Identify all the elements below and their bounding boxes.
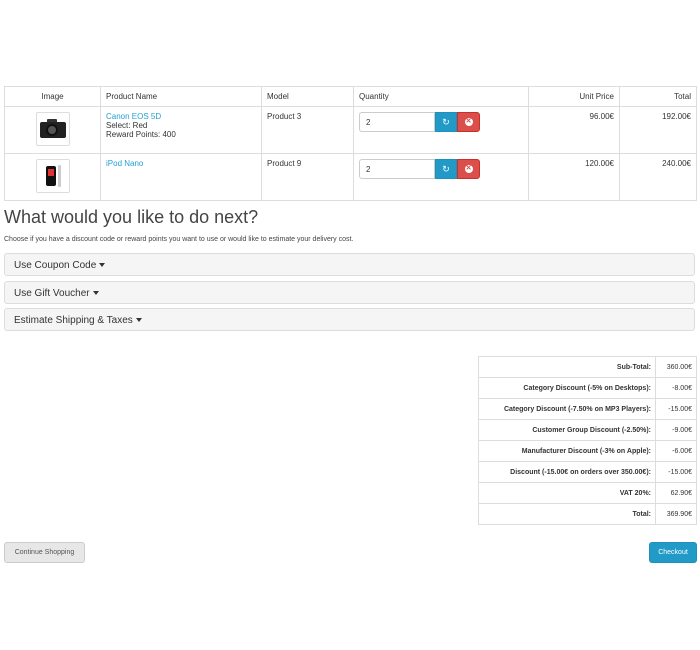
totals-row: Category Discount (-5% on Desktops): -8.0…	[478, 377, 697, 399]
unit-price: 120.00€	[528, 153, 620, 201]
header-model: Model	[261, 86, 354, 107]
quantity-input[interactable]	[359, 159, 435, 179]
unit-price: 96.00€	[528, 106, 620, 154]
remove-icon: ✕	[464, 118, 473, 126]
product-link[interactable]: iPod Nano	[106, 159, 143, 168]
cart-header-row: Image Product Name Model Quantity Unit P…	[4, 86, 697, 107]
header-product-name: Product Name	[100, 86, 262, 107]
product-image-cell	[4, 153, 101, 201]
totals-label: Discount (-15.00€ on orders over 350.00€…	[478, 461, 656, 483]
totals-value: -9.00€	[655, 419, 697, 441]
totals-label: Manufacturer Discount (-3% on Apple):	[478, 440, 656, 462]
totals-label: Sub-Total:	[478, 356, 656, 378]
product-model: Product 3	[261, 106, 354, 154]
panel-label: Estimate Shipping & Taxes	[14, 315, 133, 326]
product-name-cell: Canon EOS 5D Select: Red Reward Points: …	[100, 106, 262, 154]
quantity-cell: ↻ ✕	[353, 106, 529, 154]
totals-value: 62.90€	[655, 482, 697, 504]
refresh-icon: ↻	[442, 163, 450, 174]
product-reward: Reward Points: 400	[106, 130, 176, 139]
update-button[interactable]: ↻	[435, 159, 457, 179]
row-total: 192.00€	[619, 106, 697, 154]
product-option: Select: Red	[106, 121, 148, 130]
next-title: What would you like to do next?	[4, 207, 259, 227]
product-image-cell	[4, 106, 101, 154]
totals-value: 360.00€	[655, 356, 697, 378]
caret-down-icon	[135, 318, 142, 323]
quantity-group: ↻ ✕	[359, 112, 523, 132]
panel-label: Use Gift Voucher	[14, 288, 90, 299]
totals-row: Total: 369.90€	[478, 503, 697, 525]
totals-row: Discount (-15.00€ on orders over 350.00€…	[478, 461, 697, 483]
caret-down-icon	[99, 263, 106, 268]
update-button[interactable]: ↻	[435, 112, 457, 132]
product-name-cell: iPod Nano	[100, 153, 262, 201]
table-row: Canon EOS 5D Select: Red Reward Points: …	[4, 106, 697, 154]
checkout-button[interactable]: Checkout	[649, 542, 697, 563]
camera-icon[interactable]	[35, 112, 70, 146]
totals-value: -8.00€	[655, 377, 697, 399]
header-quantity: Quantity	[353, 86, 529, 107]
remove-button[interactable]: ✕	[457, 159, 480, 179]
cart-table: Image Product Name Model Quantity Unit P…	[4, 86, 697, 201]
caret-down-icon	[92, 291, 99, 296]
quantity-cell: ↻ ✕	[353, 153, 529, 201]
totals-row: Sub-Total: 360.00€	[478, 356, 697, 378]
table-row: iPod Nano Product 9 ↻ ✕ 120.00€ 240.00€	[4, 153, 697, 201]
totals-row: VAT 20%: 62.90€	[478, 482, 697, 504]
remove-button[interactable]: ✕	[457, 112, 480, 132]
totals-value: -6.00€	[655, 440, 697, 462]
shipping-panel-toggle[interactable]: Estimate Shipping & Taxes	[4, 308, 695, 331]
next-subtitle: Choose if you have a discount code or re…	[4, 236, 354, 243]
product-model: Product 9	[261, 153, 354, 201]
totals-value: -15.00€	[655, 398, 697, 420]
totals-value: -15.00€	[655, 461, 697, 483]
ipod-icon[interactable]	[35, 159, 70, 193]
totals-label: VAT 20%:	[478, 482, 656, 504]
totals-label: Customer Group Discount (-2.50%):	[478, 419, 656, 441]
remove-icon: ✕	[464, 165, 473, 173]
totals-label: Category Discount (-5% on Desktops):	[478, 377, 656, 399]
header-image: Image	[4, 86, 101, 107]
totals-row: Customer Group Discount (-2.50%): -9.00€	[478, 419, 697, 441]
quantity-group: ↻ ✕	[359, 159, 523, 179]
product-link[interactable]: Canon EOS 5D	[106, 112, 161, 121]
totals-value: 369.90€	[655, 503, 697, 525]
header-unit-price: Unit Price	[528, 86, 620, 107]
header-total: Total	[619, 86, 697, 107]
voucher-panel-toggle[interactable]: Use Gift Voucher	[4, 281, 695, 304]
row-total: 240.00€	[619, 153, 697, 201]
refresh-icon: ↻	[442, 116, 450, 127]
continue-shopping-button[interactable]: Continue Shopping	[4, 542, 85, 563]
totals-table: Sub-Total: 360.00€ Category Discount (-5%…	[478, 356, 697, 525]
totals-row: Manufacturer Discount (-3% on Apple): -6.…	[478, 440, 697, 462]
quantity-input[interactable]	[359, 112, 435, 132]
totals-row: Category Discount (-7.50% on MP3 Players…	[478, 398, 697, 420]
coupon-panel-toggle[interactable]: Use Coupon Code	[4, 253, 695, 276]
panel-label: Use Coupon Code	[14, 260, 97, 271]
totals-label: Total:	[478, 503, 656, 525]
totals-label: Category Discount (-7.50% on MP3 Players…	[478, 398, 656, 420]
